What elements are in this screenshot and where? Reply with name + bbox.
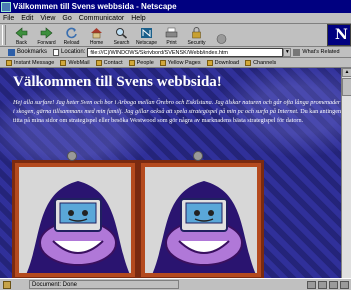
security-button[interactable]: Security bbox=[184, 24, 209, 46]
status-text: Document: Done bbox=[29, 280, 179, 289]
search-icon bbox=[116, 28, 128, 39]
page-content: Välkommen till Svens webbsida! Hej alla … bbox=[0, 68, 351, 278]
toolbar-grip[interactable] bbox=[2, 25, 6, 45]
component-bar bbox=[307, 280, 351, 289]
personal-item-instant-message[interactable]: Instant Message bbox=[6, 59, 55, 66]
menu-communicator[interactable]: Communicator bbox=[76, 15, 129, 22]
netscape-label: Netscape bbox=[135, 40, 158, 46]
print-button[interactable]: Print bbox=[159, 24, 184, 46]
personal-item-download[interactable]: Download bbox=[206, 59, 240, 66]
title-bar: Välkommen till Svens webbsida - Netscape bbox=[0, 0, 351, 13]
personal-item-webmail[interactable]: WebMail bbox=[60, 59, 90, 66]
bookmark-icon bbox=[8, 48, 15, 56]
security-label: Security bbox=[187, 40, 206, 46]
mail-icon[interactable] bbox=[318, 280, 327, 289]
picture-hook-icon bbox=[67, 151, 77, 161]
reload-button[interactable]: Reload bbox=[59, 24, 84, 46]
framed-picture-2 bbox=[138, 151, 264, 278]
bookmark-folder-icon bbox=[206, 59, 213, 66]
whats-related-label: What's Related bbox=[302, 49, 340, 55]
personal-item-people[interactable]: People bbox=[128, 59, 154, 66]
navigation-toolbar: Back Forward Reload Home Search Netscape… bbox=[0, 24, 351, 47]
reload-icon bbox=[66, 27, 77, 39]
composer-icon[interactable] bbox=[340, 280, 349, 289]
vertical-scrollbar[interactable]: ▲ bbox=[341, 68, 351, 278]
bookmark-folder-icon bbox=[60, 59, 67, 66]
bookmark-folder-icon bbox=[128, 59, 135, 66]
scroll-up-arrow-icon[interactable]: ▲ bbox=[342, 68, 351, 77]
menu-view[interactable]: View bbox=[37, 15, 59, 22]
whats-related-button[interactable]: What's Related bbox=[293, 48, 340, 56]
home-button[interactable]: Home bbox=[84, 24, 109, 46]
search-button[interactable]: Search bbox=[109, 24, 134, 46]
discussions-icon[interactable] bbox=[329, 280, 338, 289]
location-input[interactable]: file:///C|/WINDOWS/Skrivbord/SVENSK/Webb… bbox=[87, 47, 284, 57]
bookmark-folder-icon bbox=[6, 59, 12, 66]
menu-bar: File Edit View Go Communicator Help bbox=[0, 13, 351, 24]
menu-edit[interactable]: Edit bbox=[18, 15, 37, 22]
personal-item-label: Yellow Pages bbox=[167, 59, 201, 66]
picture-canvas bbox=[145, 167, 257, 273]
home-label: Home bbox=[89, 40, 104, 46]
picture-canvas bbox=[19, 167, 131, 273]
printer-icon bbox=[165, 27, 178, 38]
netscape-app-icon bbox=[1, 1, 11, 12]
page-icon bbox=[53, 48, 60, 56]
personal-item-label: Instant Message bbox=[14, 59, 55, 66]
personal-item-contact[interactable]: Contact bbox=[95, 59, 123, 66]
window-title: Välkommen till Svens webbsida - Netscape bbox=[13, 2, 177, 11]
location-toolbar: Bookmarks Location: file:///C|/WINDOWS/S… bbox=[0, 47, 351, 58]
page-heading: Välkommen till Svens webbsida! bbox=[13, 74, 222, 90]
navigator-icon[interactable] bbox=[307, 280, 316, 289]
framed-picture-1 bbox=[12, 151, 138, 278]
intro-text: Hej alla surfare! Jag heter Sven och bor… bbox=[13, 99, 341, 115]
bookmark-folder-icon bbox=[245, 59, 252, 66]
forward-arrow-icon bbox=[40, 27, 53, 39]
picture-hook-icon bbox=[193, 151, 203, 161]
computer-monster-illustration bbox=[26, 181, 130, 273]
netscape-throbber-logo[interactable] bbox=[327, 24, 351, 46]
personal-item-label: Download bbox=[214, 59, 240, 66]
personal-item-label: Contact bbox=[103, 59, 123, 66]
status-bar: Document: Done bbox=[0, 278, 351, 290]
forward-label: Forward bbox=[37, 40, 56, 46]
home-icon bbox=[91, 28, 102, 39]
security-status-icon[interactable] bbox=[3, 280, 11, 289]
netscape-n-icon bbox=[141, 28, 152, 38]
back-arrow-icon bbox=[15, 27, 28, 39]
personal-item-channels[interactable]: Channels bbox=[245, 59, 277, 66]
location-label-text: Location: bbox=[61, 49, 86, 55]
stop-button[interactable] bbox=[209, 24, 234, 46]
bookmarks-button[interactable]: Bookmarks bbox=[8, 48, 48, 56]
stop-icon bbox=[216, 34, 227, 44]
menu-help[interactable]: Help bbox=[128, 15, 149, 22]
back-button[interactable]: Back bbox=[9, 24, 34, 46]
print-label: Print bbox=[166, 40, 177, 46]
forward-button[interactable]: Forward bbox=[34, 24, 59, 46]
location-dropdown-button[interactable]: ▼ bbox=[283, 47, 292, 57]
menu-go[interactable]: Go bbox=[59, 15, 75, 22]
location-label: Location: bbox=[53, 48, 86, 56]
padlock-icon bbox=[192, 27, 201, 39]
reload-label: Reload bbox=[63, 40, 80, 46]
bookmark-folder-icon bbox=[95, 59, 102, 66]
search-label: Search bbox=[113, 40, 130, 46]
bookmark-folder-icon bbox=[159, 59, 166, 66]
personal-toolbar: Instant Message WebMail Contact People Y… bbox=[0, 58, 351, 68]
personal-item-label: WebMail bbox=[68, 59, 90, 66]
personal-item-label: People bbox=[136, 59, 154, 66]
netscape-button[interactable]: Netscape bbox=[134, 24, 159, 46]
bookmarks-label: Bookmarks bbox=[17, 49, 48, 55]
personal-item-label: Channels bbox=[253, 59, 277, 66]
related-icon bbox=[293, 48, 301, 56]
personal-item-yellow-pages[interactable]: Yellow Pages bbox=[159, 59, 201, 66]
scrollbar-thumb[interactable] bbox=[342, 78, 351, 96]
computer-monster-illustration bbox=[152, 181, 256, 273]
back-label: Back bbox=[15, 40, 28, 46]
menu-file[interactable]: File bbox=[0, 15, 18, 22]
intro-paragraph: Hej alla surfare! Jag heter Sven och bor… bbox=[13, 98, 343, 125]
